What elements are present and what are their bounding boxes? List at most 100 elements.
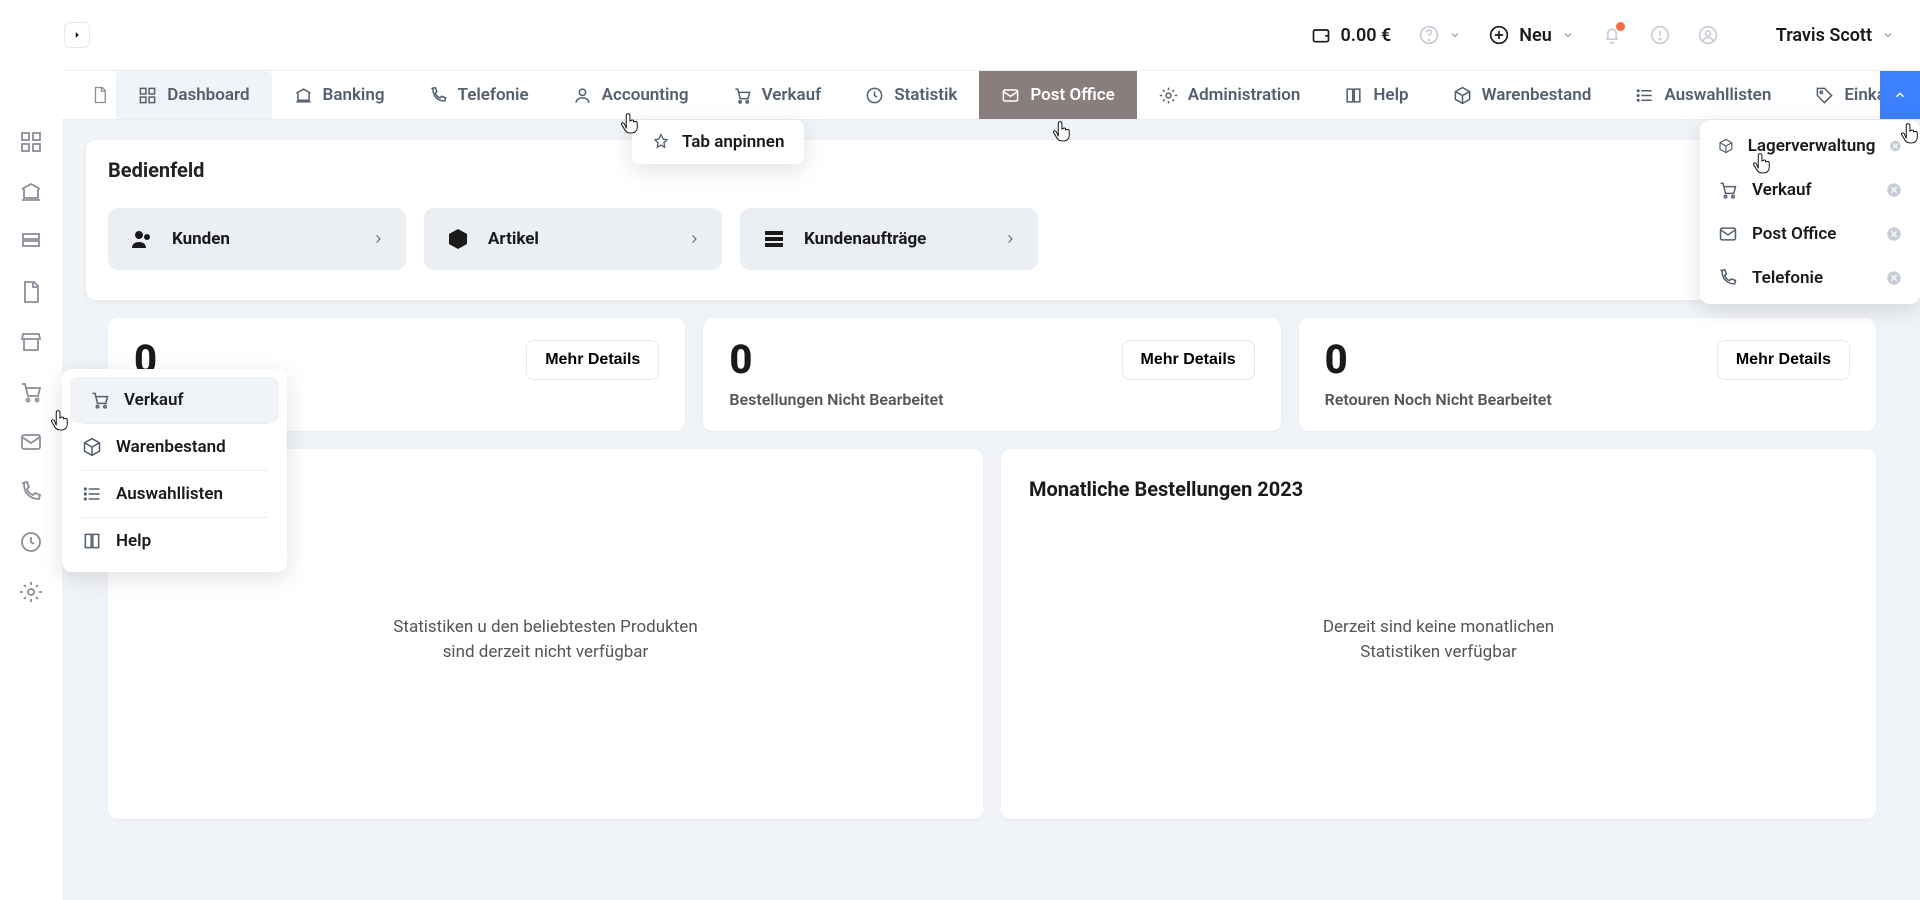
more-details-button[interactable]: Mehr Details — [1717, 340, 1850, 380]
store-icon[interactable] — [19, 330, 43, 354]
chevron-right-icon — [372, 233, 384, 245]
overflow-label: Verkauf — [1752, 180, 1812, 200]
balance-indicator[interactable]: 0.00 € — [1311, 25, 1392, 46]
stat-description: Bestellungen Nicht Bearbeitet — [729, 390, 1254, 409]
tab-administration[interactable]: Administration — [1137, 71, 1323, 119]
overflow-item-verkauf[interactable]: Verkauf — [1700, 168, 1920, 212]
stat-value: 0 — [1325, 340, 1348, 380]
stack-icon[interactable] — [19, 230, 43, 254]
gear-icon — [1159, 86, 1178, 105]
tab-warenbestand[interactable]: Warenbestand — [1431, 71, 1614, 119]
tab-label: Einkauf — [1844, 85, 1880, 105]
clock-icon — [865, 86, 884, 105]
panel-title: Bedienfeld — [86, 140, 1898, 208]
tab-overflow-button[interactable] — [1880, 71, 1920, 119]
new-label: Neu — [1519, 25, 1551, 46]
cart-icon — [1718, 180, 1738, 200]
cart-icon[interactable] — [19, 380, 43, 404]
overflow-item-post-office[interactable]: Post Office — [1700, 212, 1920, 256]
close-circle-icon[interactable] — [1889, 138, 1902, 154]
user-icon — [573, 86, 592, 105]
orders-icon — [762, 227, 786, 251]
flyout-item-auswahllisten[interactable]: Auswahllisten — [62, 471, 287, 517]
cart-icon — [90, 390, 110, 410]
new-menu[interactable]: Neu — [1489, 25, 1573, 46]
tab-verkauf[interactable]: Verkauf — [711, 71, 844, 119]
notifications-button[interactable] — [1602, 25, 1622, 45]
tab-dashboard[interactable]: Dashboard — [116, 71, 271, 119]
panel-card: Bedienfeld Kunden Artikel Kundenaufträge — [86, 140, 1898, 300]
settings-icon[interactable] — [19, 580, 43, 604]
overflow-item-lagerverwaltung[interactable]: Lagerverwaltung — [1700, 124, 1920, 168]
tab-label: Banking — [323, 85, 385, 105]
overflow-label: Post Office — [1752, 224, 1836, 244]
flyout-label: Verkauf — [124, 390, 184, 410]
pin-tab-popover[interactable]: Tab anpinnen — [632, 120, 804, 164]
top-bar: 0.00 € Neu Travis Scott — [0, 0, 1920, 70]
chevron-right-icon — [688, 233, 700, 245]
clock-icon[interactable] — [19, 530, 43, 554]
chart-title: Monatliche Bestellungen 2023 — [1029, 477, 1848, 501]
more-details-button[interactable]: Mehr Details — [1122, 340, 1255, 380]
grid-icon — [138, 86, 157, 105]
box-icon — [82, 437, 102, 457]
tab-help[interactable]: Help — [1322, 71, 1430, 119]
tab-label: Warenbestand — [1482, 85, 1592, 105]
more-details-button[interactable]: Mehr Details — [526, 340, 659, 380]
alerts-button[interactable] — [1650, 25, 1670, 45]
user-name: Travis Scott — [1776, 25, 1872, 46]
tab-einkauf[interactable]: Einkauf — [1793, 71, 1880, 119]
close-circle-icon[interactable] — [1886, 226, 1902, 242]
overflow-item-telefonie[interactable]: Telefonie — [1700, 256, 1920, 300]
flyout-item-warenbestand[interactable]: Warenbestand — [62, 424, 287, 470]
tab-bar-leading-icon[interactable] — [84, 71, 116, 119]
cube-icon — [446, 227, 470, 251]
tab-statistik[interactable]: Statistik — [843, 71, 979, 119]
flyout-item-verkauf[interactable]: Verkauf — [70, 377, 279, 423]
pin-icon — [652, 133, 670, 151]
tab-overflow-menu: Lagerverwaltung Verkauf Post Office Telefon… — [1700, 120, 1920, 304]
tab-post-office[interactable]: Post Office — [979, 71, 1136, 119]
shortcut-kundenaufträge[interactable]: Kundenaufträge — [740, 208, 1038, 270]
flyout-item-help[interactable]: Help — [62, 518, 287, 564]
dashboard-icon[interactable] — [19, 130, 43, 154]
notification-dot — [1616, 22, 1625, 31]
shortcut-kunden[interactable]: Kunden — [108, 208, 406, 270]
stat-card: 0Mehr DetailsRetouren Noch Nicht Bearbei… — [1299, 318, 1876, 431]
chevron-down-icon — [1562, 29, 1574, 41]
help-menu[interactable] — [1419, 25, 1461, 45]
help-icon — [1419, 25, 1439, 45]
mail-icon[interactable] — [19, 430, 43, 454]
chevron-down-icon — [1882, 29, 1894, 41]
phone-icon — [429, 86, 448, 105]
tab-accounting[interactable]: Accounting — [551, 71, 711, 119]
tab-auswahllisten[interactable]: Auswahllisten — [1613, 71, 1793, 119]
tab-label: Accounting — [602, 85, 689, 105]
close-circle-icon[interactable] — [1886, 182, 1902, 198]
phone-icon[interactable] — [19, 480, 43, 504]
account-button[interactable] — [1698, 25, 1718, 45]
document-icon[interactable] — [19, 280, 43, 304]
book-icon — [1344, 86, 1363, 105]
tab-label: Dashboard — [167, 85, 249, 105]
overflow-label: Lagerverwaltung — [1748, 136, 1876, 156]
banking-icon[interactable] — [19, 180, 43, 204]
chart-empty-message: Derzeit sind keine monatlichenStatistike… — [1029, 501, 1848, 779]
user-menu[interactable]: Travis Scott — [1776, 25, 1894, 46]
list-icon — [82, 484, 102, 504]
flyout-label: Warenbestand — [116, 437, 226, 457]
alert-icon — [1650, 25, 1670, 45]
tag-icon — [1815, 86, 1834, 105]
tab-label: Post Office — [1030, 85, 1114, 105]
pin-tab-label: Tab anpinnen — [682, 132, 784, 152]
tab-telefonie[interactable]: Telefonie — [407, 71, 551, 119]
close-circle-icon[interactable] — [1886, 270, 1902, 286]
plus-circle-icon — [1489, 25, 1509, 45]
shortcut-artikel[interactable]: Artikel — [424, 208, 722, 270]
tab-banking[interactable]: Banking — [272, 71, 407, 119]
sidebar-expand-toggle[interactable] — [64, 22, 90, 48]
persona-icon — [1698, 25, 1718, 45]
chevron-down-icon — [1449, 29, 1461, 41]
tab-label: Auswahllisten — [1664, 85, 1771, 105]
wallet-icon — [1311, 25, 1331, 45]
